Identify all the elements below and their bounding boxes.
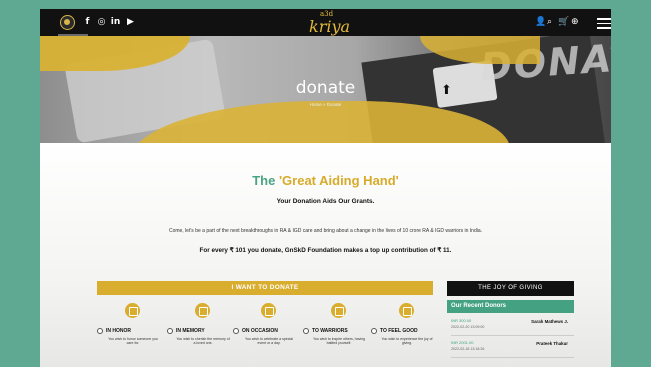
donate-header-bar: I WANT TO DONATE: [97, 281, 433, 295]
linkedin-icon[interactable]: in: [110, 17, 121, 28]
globe-icon[interactable]: ⊕: [571, 17, 579, 28]
recent-donors-header: Our Recent Donors: [447, 300, 574, 313]
option-description: You wish to honor someone you care for.: [108, 337, 158, 346]
donor-amount: INR 2001.00: [451, 340, 474, 345]
radio-on-occasion[interactable]: [233, 328, 239, 334]
browser-viewport: f ◎ in ▶ a3d kriya 👤 ⌕ 🛒 ⊕ DONATIONS don…: [40, 9, 611, 367]
donor-name: Prateek Thakur: [536, 341, 568, 346]
main-content: The 'Great Aiding Hand' Your Donation Ai…: [40, 143, 611, 367]
donor-row: INR 2001.00 2022-02-18 13:18:26 Prateek …: [451, 338, 574, 358]
radio-to-warriors[interactable]: [303, 328, 309, 334]
joy-of-giving-header: THE JOY OF GIVING: [447, 281, 574, 296]
honor-icon: [125, 303, 140, 318]
donor-date: 2022-02-20 13:09:00: [451, 325, 485, 329]
option-description: You wish to cherish the memory of a love…: [176, 337, 230, 346]
menu-icon[interactable]: [597, 18, 611, 29]
search-icon[interactable]: ⌕: [547, 17, 552, 28]
option-label: ON OCCASION: [242, 328, 278, 334]
donor-name: Sarah Mathews J.: [531, 319, 568, 324]
section-heading: The 'Great Aiding Hand': [40, 173, 611, 188]
heading-prefix: The: [252, 173, 276, 188]
option-description: You wish to celebrate a special event or…: [245, 337, 293, 346]
radio-in-honor[interactable]: [97, 328, 103, 334]
radio-to-feel-good[interactable]: [371, 328, 377, 334]
page-title: donate: [295, 78, 356, 98]
youtube-icon[interactable]: ▶: [125, 17, 136, 28]
facebook-icon[interactable]: f: [82, 17, 93, 28]
top-navigation: f ◎ in ▶ a3d kriya 👤 ⌕ 🛒 ⊕: [40, 9, 611, 36]
intro-text: Come, let's be a part of the next breakt…: [168, 228, 483, 234]
user-icon[interactable]: 👤: [535, 17, 546, 28]
instagram-icon[interactable]: ◎: [96, 17, 107, 28]
site-logo-icon[interactable]: [60, 15, 75, 30]
feel-good-icon: [399, 303, 414, 318]
cart-icon[interactable]: 🛒: [558, 17, 569, 28]
memory-icon: [195, 303, 210, 318]
option-label: TO FEEL GOOD: [380, 328, 418, 334]
donor-amount: INR 300.00: [451, 318, 472, 323]
option-label: IN MEMORY: [176, 328, 205, 334]
top-up-text: For every ₹ 101 you donate, GnSkD Founda…: [199, 247, 452, 254]
option-label: TO WARRIORS: [312, 328, 348, 334]
occasion-icon: [261, 303, 276, 318]
breadcrumb[interactable]: Home » Donate: [40, 102, 611, 107]
option-description: You wish to inspire others, having battl…: [312, 337, 365, 346]
hero-banner: DONATIONS donate Home » Donate ⬆: [40, 36, 611, 143]
section-subtitle: Your Donation Aids Our Grants.: [276, 198, 375, 205]
warriors-icon: [331, 303, 346, 318]
brand-main-text: kriya: [309, 17, 351, 36]
option-description: You wish to experience the joy of giving…: [381, 337, 433, 346]
mouse-cursor-icon: ⬆: [441, 83, 452, 98]
donor-date: 2022-02-18 13:18:26: [451, 347, 485, 351]
option-label: IN HONOR: [106, 328, 131, 334]
brand-logo[interactable]: a3d kriya: [302, 10, 352, 36]
donor-row: INR 300.00 2022-02-20 13:09:00 Sarah Mat…: [451, 316, 574, 336]
radio-in-memory[interactable]: [167, 328, 173, 334]
heading-highlight: 'Great Aiding Hand': [278, 173, 399, 188]
